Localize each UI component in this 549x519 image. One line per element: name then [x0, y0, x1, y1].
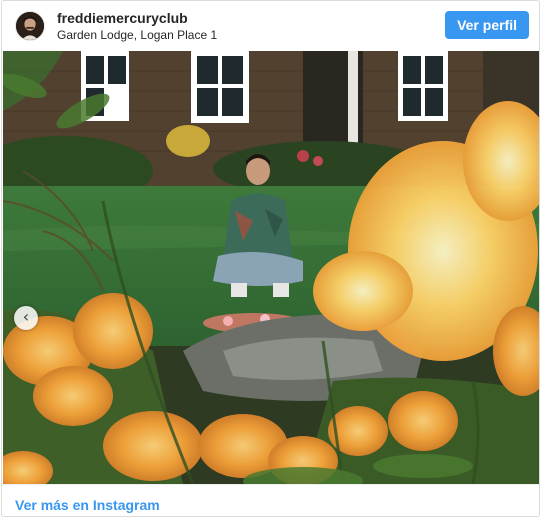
garden-photo-image: [3, 51, 539, 484]
instagram-embed-card: freddiemercuryclub Garden Lodge, Logan P…: [1, 0, 540, 517]
avatar[interactable]: [15, 11, 45, 41]
location-label[interactable]: Garden Lodge, Logan Place 1: [57, 28, 217, 43]
username[interactable]: freddiemercuryclub: [57, 10, 188, 26]
avatar-image: [16, 12, 44, 40]
view-profile-button[interactable]: Ver perfil: [445, 11, 529, 39]
post-header: freddiemercuryclub Garden Lodge, Logan P…: [2, 1, 539, 51]
previous-photo-button[interactable]: ‹: [14, 306, 38, 330]
post-photo[interactable]: ‹: [3, 51, 539, 484]
chevron-left-icon: ‹: [22, 307, 30, 326]
view-more-link[interactable]: Ver más en Instagram: [15, 497, 160, 513]
post-footer: Ver más en Instagram: [2, 484, 539, 516]
